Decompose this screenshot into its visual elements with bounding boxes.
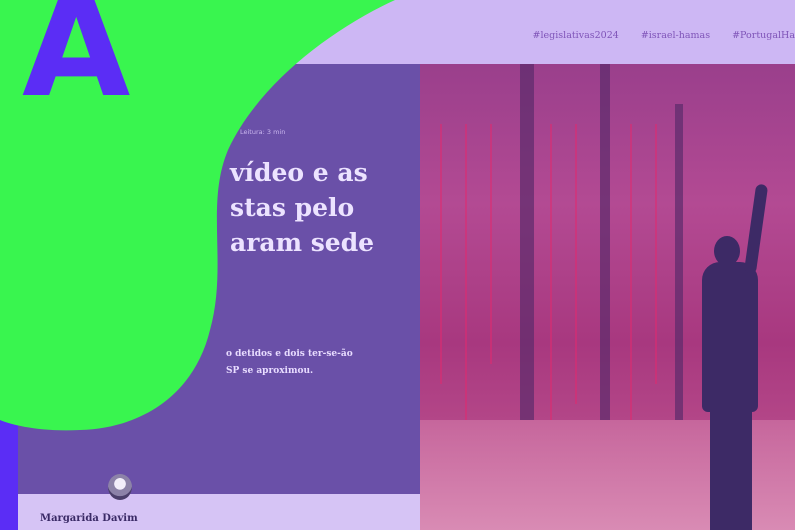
author-name[interactable]: Margarida Davim: [40, 513, 138, 524]
tag-legislativas2024[interactable]: #legislativas2024: [533, 30, 619, 41]
paint-drip: [655, 124, 657, 384]
protester-arm: [743, 183, 769, 275]
article-photo: [420, 64, 795, 530]
paint-drip: [465, 124, 467, 424]
protester-legs: [710, 404, 752, 530]
trending-tags-nav: #legislativas2024 #israel-hamas #Portuga…: [533, 30, 795, 41]
screenshot-canvas: #legislativas2024 #israel-hamas #Portuga…: [0, 0, 795, 530]
protester-torso: [702, 262, 758, 412]
tag-portugal[interactable]: #PortugalHa: [732, 30, 795, 41]
paint-drip: [550, 124, 552, 444]
brand-logo: A: [22, 0, 131, 129]
paint-drip: [575, 124, 577, 404]
author-avatar[interactable]: [108, 474, 132, 500]
author-bar: [18, 494, 420, 530]
paint-drip: [630, 124, 632, 454]
paint-drip: [440, 124, 442, 384]
paint-drip: [490, 124, 492, 364]
tag-israel-hamas[interactable]: #israel-hamas: [641, 30, 710, 41]
